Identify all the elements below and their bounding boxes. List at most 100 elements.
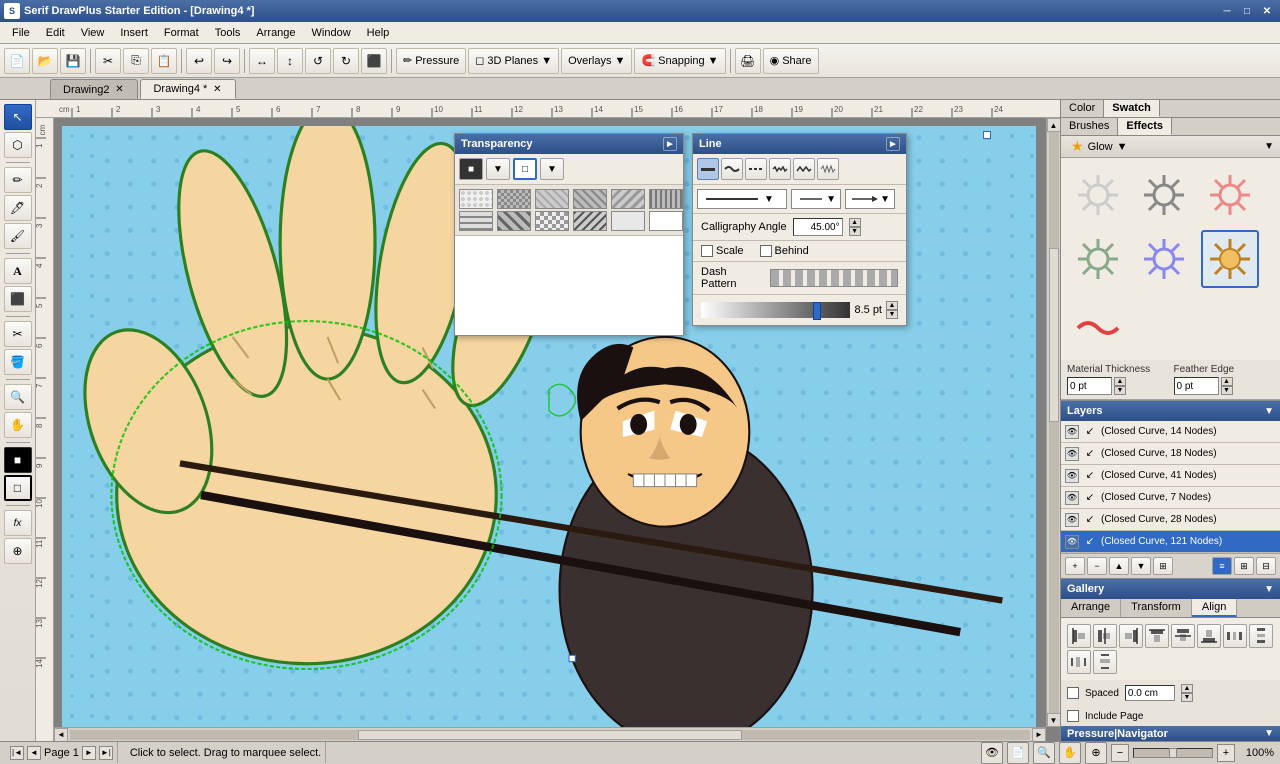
pen-tool[interactable]: 🖊 <box>4 195 32 221</box>
dash-pattern-display[interactable] <box>770 269 898 287</box>
navigator-label[interactable]: Navigator <box>1117 728 1168 740</box>
tab-effects[interactable]: Effects <box>1118 118 1172 135</box>
effect-gray-gear[interactable] <box>1135 166 1193 224</box>
group-button[interactable]: ⬛ <box>361 48 387 74</box>
snapping-button[interactable]: 🧲 Snapping ▼ <box>634 48 725 74</box>
layer-eye-2[interactable]: 👁 <box>1065 447 1079 461</box>
trans-white-btn[interactable]: □ <box>513 158 537 180</box>
rotate-right-button[interactable]: ↻ <box>333 48 359 74</box>
distribute-v[interactable] <box>1249 624 1273 648</box>
rotate-left-button[interactable]: ↺ <box>305 48 331 74</box>
h-scroll-right[interactable]: ► <box>1032 728 1046 742</box>
effect-white-gear[interactable] <box>1069 166 1127 224</box>
color-line-tool[interactable]: □ <box>4 475 32 501</box>
view-mode-4[interactable]: ✋ <box>1059 742 1081 764</box>
swatch-2[interactable] <box>497 189 531 209</box>
layers-view3[interactable]: ⊟ <box>1256 557 1276 575</box>
calligraphy-up[interactable]: ▲ <box>849 218 861 227</box>
maximize-button[interactable]: □ <box>1238 3 1256 19</box>
line-btn-textured[interactable] <box>769 158 791 180</box>
swatch-1[interactable] <box>459 189 493 209</box>
menu-format[interactable]: Format <box>156 25 207 41</box>
view-mode-2[interactable]: 📄 <box>1007 742 1029 764</box>
layers-expand[interactable]: ▼ <box>1264 406 1274 417</box>
swatch-10[interactable] <box>573 211 607 231</box>
spaced-down[interactable]: ▼ <box>1181 693 1193 702</box>
align-right[interactable] <box>1119 624 1143 648</box>
sub-tab-align[interactable]: Align <box>1192 599 1237 617</box>
align-center-v[interactable] <box>1093 624 1117 648</box>
menu-help[interactable]: Help <box>359 25 398 41</box>
distribute-space-v[interactable] <box>1093 650 1117 674</box>
sub-tab-arrange[interactable]: Arrange <box>1061 599 1121 617</box>
zoom-slider[interactable] <box>1133 748 1213 758</box>
layer-item-3[interactable]: 👁 ↙ (Closed Curve, 41 Nodes) <box>1061 465 1280 487</box>
undo-button[interactable]: ↩ <box>186 48 212 74</box>
zoom-tool[interactable]: 🔍 <box>4 384 32 410</box>
text-tool[interactable]: A <box>4 258 32 284</box>
menu-window[interactable]: Window <box>304 25 359 41</box>
node-tool[interactable]: ⬡ <box>4 132 32 158</box>
layers-delete[interactable]: − <box>1087 557 1107 575</box>
layer-eye-5[interactable]: 👁 <box>1065 513 1079 527</box>
swatch-9[interactable] <box>535 211 569 231</box>
flip-h-button[interactable]: ↔ <box>249 48 275 74</box>
tab-color[interactable]: Color <box>1061 100 1104 117</box>
layer-eye-3[interactable]: 👁 <box>1065 469 1079 483</box>
redo-button[interactable]: ↪ <box>214 48 240 74</box>
view-mode-5[interactable]: ⊕ <box>1085 742 1107 764</box>
layer-item-1[interactable]: 👁 ↙ (Closed Curve, 14 Nodes) <box>1061 421 1280 443</box>
transparency-panel-header[interactable]: Transparency ► <box>455 134 683 154</box>
tab-drawing2-close[interactable]: ✕ <box>113 84 125 96</box>
tab-drawing2[interactable]: Drawing2 ✕ <box>50 79 138 99</box>
line-arrow-start[interactable]: ▼ <box>791 189 841 209</box>
behind-checkbox[interactable] <box>760 245 772 257</box>
width-down[interactable]: ▼ <box>886 310 898 319</box>
line-btn-dashed[interactable] <box>745 158 767 180</box>
calligraphy-down[interactable]: ▼ <box>849 227 861 236</box>
h-scrollbar[interactable]: ◄ ► <box>54 727 1046 741</box>
cut-button[interactable]: ✂ <box>95 48 121 74</box>
pressure-button[interactable]: ✏ Pressure <box>396 48 466 74</box>
line-arrow-end[interactable]: ▼ <box>845 189 895 209</box>
canvas-container[interactable]: ◄ ► ▲ ▼ <box>54 118 1060 741</box>
thickness-down[interactable]: ▼ <box>1114 386 1126 395</box>
align-bottom[interactable] <box>1197 624 1221 648</box>
spaced-value-input[interactable] <box>1125 685 1175 701</box>
menu-file[interactable]: File <box>4 25 38 41</box>
sub-tab-transform[interactable]: Transform <box>1121 599 1192 617</box>
pressure-label[interactable]: Pressure <box>1067 728 1114 740</box>
shape-tool[interactable]: ⬛ <box>4 286 32 312</box>
menu-tools[interactable]: Tools <box>207 25 249 41</box>
last-page-btn[interactable]: ►| <box>99 746 113 760</box>
fill-tool[interactable]: 🪣 <box>4 349 32 375</box>
layers-up[interactable]: ▲ <box>1109 557 1129 575</box>
align-top[interactable] <box>1145 624 1169 648</box>
line-btn-solid[interactable] <box>697 158 719 180</box>
line-btn-brush[interactable] <box>721 158 743 180</box>
layer-item-4[interactable]: 👁 ↙ (Closed Curve, 7 Nodes) <box>1061 487 1280 509</box>
layers-merge[interactable]: ⊞ <box>1153 557 1173 575</box>
menu-insert[interactable]: Insert <box>112 25 156 41</box>
spaced-up[interactable]: ▲ <box>1181 684 1193 693</box>
menu-edit[interactable]: Edit <box>38 25 73 41</box>
layer-item-6[interactable]: 👁 ↙ (Closed Curve, 121 Nodes) <box>1061 531 1280 553</box>
line-panel-close[interactable]: ► <box>886 137 900 151</box>
print-button[interactable]: 🖨 <box>735 48 761 74</box>
material-thickness-input[interactable]: 0 pt <box>1067 377 1112 395</box>
line-btn-rough[interactable] <box>793 158 815 180</box>
menu-view[interactable]: View <box>73 25 113 41</box>
trans-black-btn[interactable]: ■ <box>459 158 483 180</box>
pencil-tool[interactable]: ✏ <box>4 167 32 193</box>
view-mode-1[interactable]: 👁 <box>981 742 1003 764</box>
tab-brushes[interactable]: Brushes <box>1061 118 1118 135</box>
feather-down[interactable]: ▼ <box>1221 386 1233 395</box>
swatch-11[interactable] <box>611 211 645 231</box>
scale-checkbox[interactable] <box>701 245 713 257</box>
next-page-btn[interactable]: ► <box>82 746 96 760</box>
transparency-panel-close[interactable]: ► <box>663 137 677 151</box>
gallery-expand[interactable]: ▼ <box>1264 584 1274 595</box>
align-left[interactable] <box>1067 624 1091 648</box>
view-mode-3[interactable]: 🔍 <box>1033 742 1055 764</box>
extra-tool[interactable]: ⊕ <box>4 538 32 564</box>
